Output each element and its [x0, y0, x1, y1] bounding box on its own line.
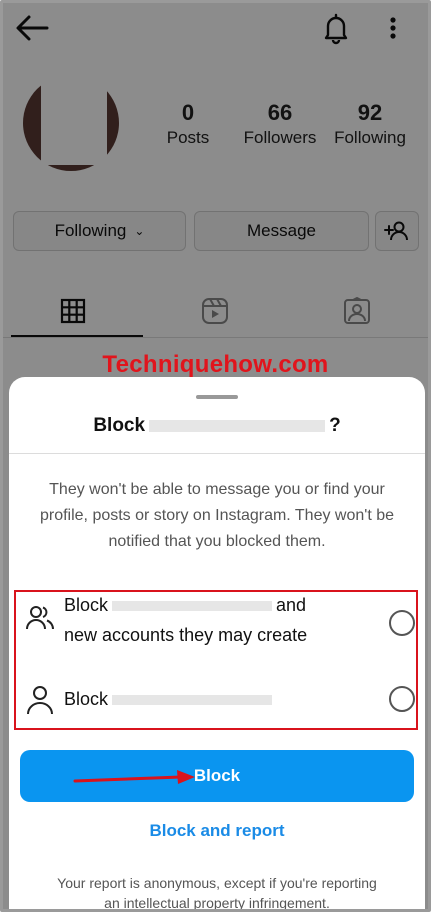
block-button-label: Block: [193, 766, 241, 785]
option1-line2: new accounts they may create: [64, 625, 308, 645]
sheet-title-suffix: ?: [329, 415, 341, 436]
block-description: They won't be able to message you or fin…: [39, 481, 395, 550]
block-and-report-link[interactable]: Block and report: [9, 821, 425, 841]
screen-frame: 0 Posts 66 Followers 92 Following Follow…: [0, 0, 431, 912]
sheet-title-prefix: Block: [93, 415, 146, 436]
username-redacted: [149, 419, 326, 432]
watermark: Techniquehow.com: [102, 351, 329, 378]
option2-prefix: Block: [64, 689, 109, 709]
block-bottom-sheet: Block? They won't be able to message you…: [9, 377, 425, 911]
username-redacted: [112, 695, 273, 706]
option1-suffix: and: [276, 595, 307, 615]
sheet-title: Block?: [9, 415, 425, 437]
drag-handle[interactable]: [196, 395, 238, 399]
username-redacted: [112, 601, 273, 612]
block-option-only-label: Block: [64, 684, 276, 714]
report-footnote: Your report is anonymous, except if you'…: [57, 875, 377, 911]
people-icon: [26, 606, 55, 630]
option1-prefix: Block: [64, 595, 109, 615]
block-option-new-accounts-label: Block and new accounts they may create: [64, 590, 307, 650]
right-arrow-icon: [73, 770, 195, 784]
person-icon: [27, 686, 53, 715]
radio-block-only[interactable]: [389, 686, 415, 712]
radio-block-new-accounts[interactable]: [389, 610, 415, 636]
sheet-divider: [9, 453, 425, 454]
block-options-highlight: Block and new accounts they may create Bl…: [14, 590, 418, 730]
